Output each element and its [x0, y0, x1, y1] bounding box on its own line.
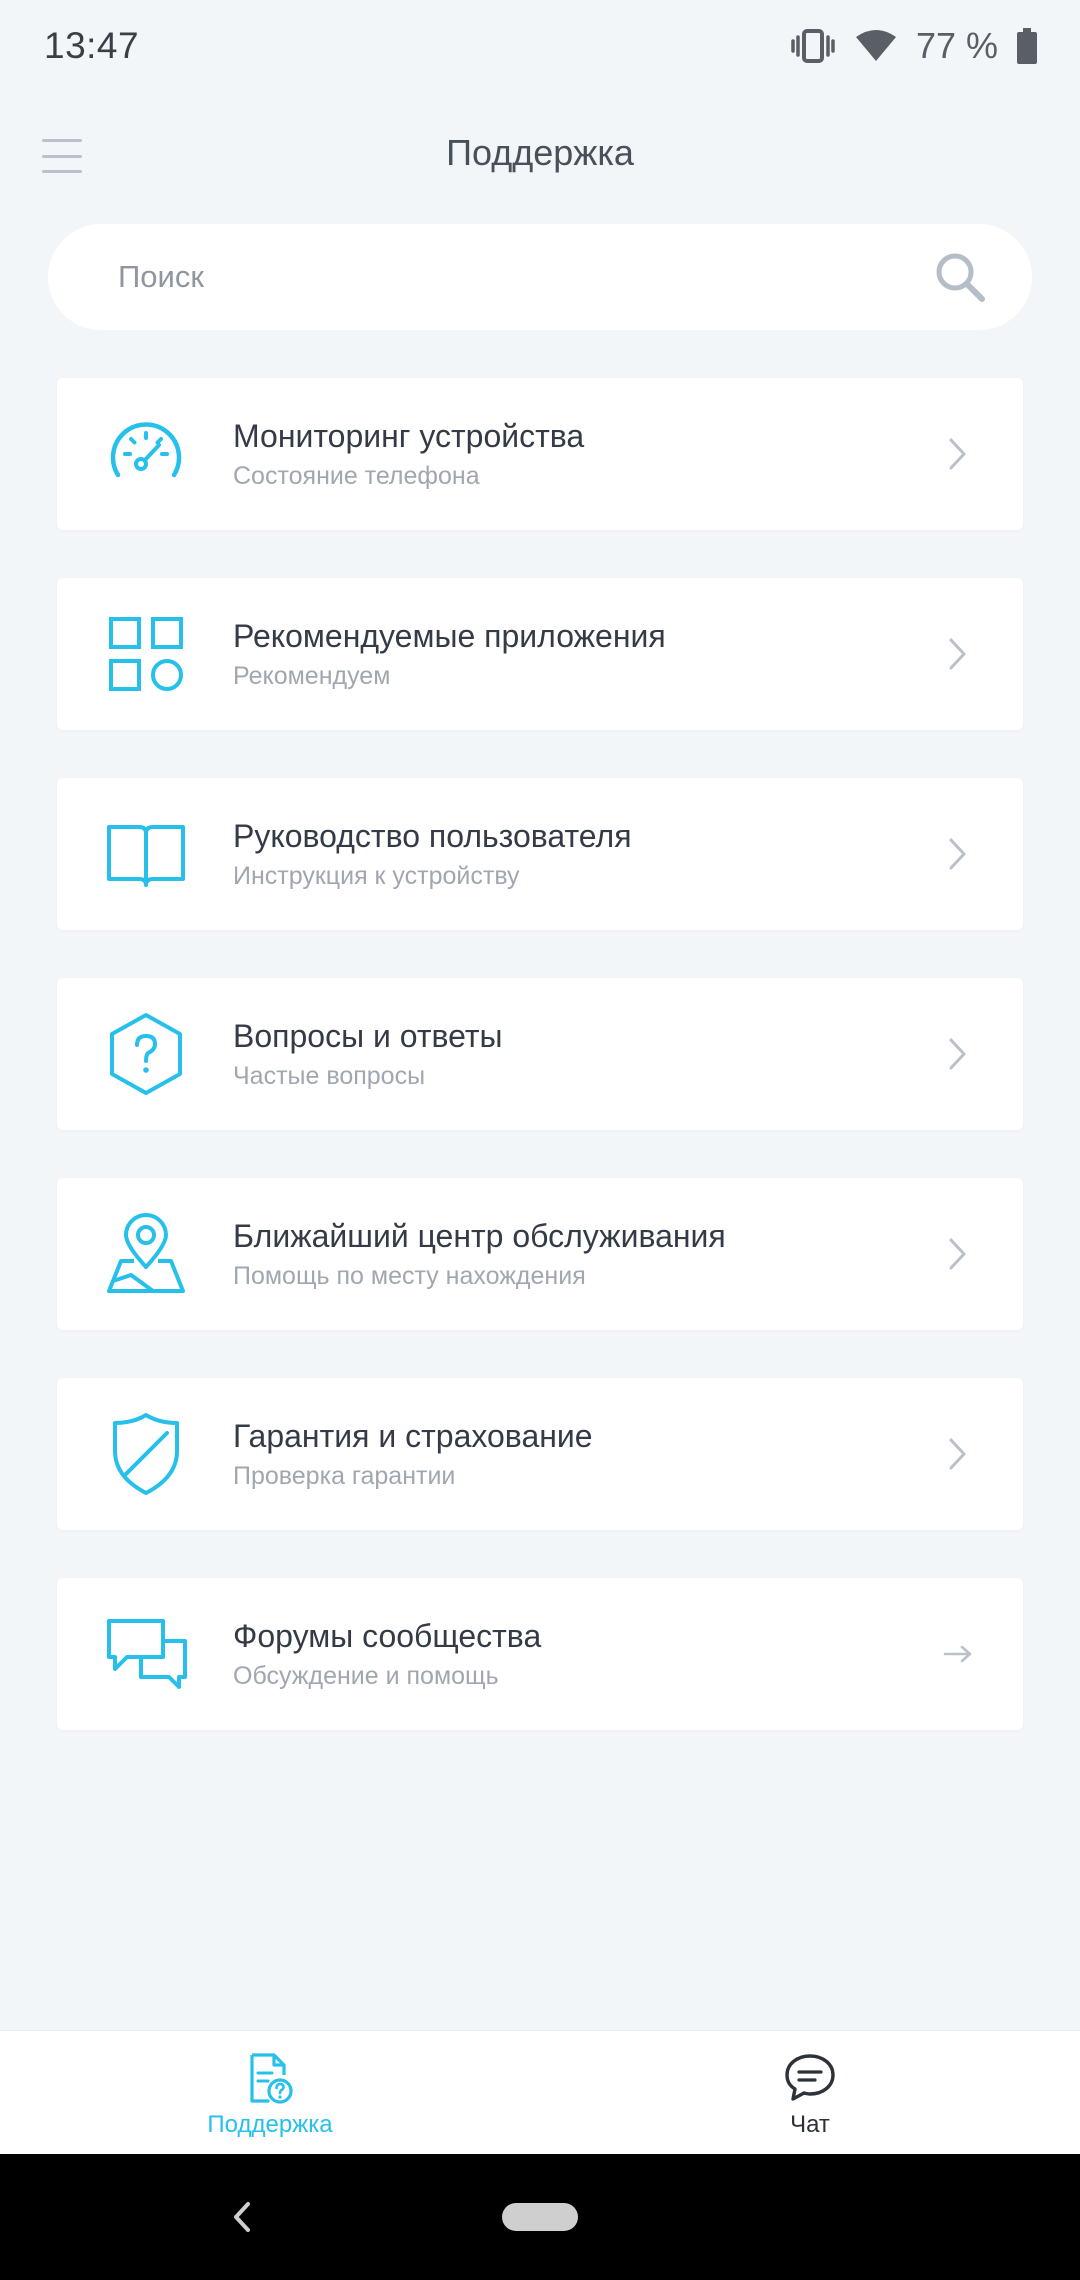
chevron-right-icon [943, 1034, 973, 1074]
chat-bubbles-icon [101, 1609, 191, 1699]
chevron-right-icon [943, 434, 973, 474]
chevron-right-icon [943, 1234, 973, 1274]
search-bar[interactable] [48, 224, 1032, 330]
menu-item-title: Вопросы и ответы [233, 1018, 503, 1054]
menu-item-faq[interactable]: Вопросы и ответы Частые вопросы [57, 978, 1023, 1130]
back-icon[interactable] [222, 2194, 262, 2240]
speedometer-icon [101, 409, 191, 499]
status-icons: 77 % [790, 25, 1038, 67]
menu-item-title: Ближайший центр обслуживания [233, 1218, 726, 1254]
wifi-icon [855, 30, 896, 61]
nav-label-support: Поддержка [207, 2110, 333, 2138]
chevron-right-icon [943, 1434, 973, 1474]
menu-item-title: Гарантия и страхование [233, 1418, 593, 1454]
menu-item-subtitle: Обсуждение и помощь [233, 1662, 499, 1690]
page-title: Поддержка [446, 132, 634, 173]
home-pill-button[interactable] [502, 2203, 578, 2231]
arrow-right-icon [943, 1634, 973, 1674]
menu-item-subtitle: Состояние телефона [233, 462, 480, 490]
menu-item-recommended-apps[interactable]: Рекомендуемые приложения Рекомендуем [57, 578, 1023, 730]
status-time: 13:47 [44, 25, 140, 66]
chat-icon [785, 2053, 835, 2101]
map-pin-icon [101, 1209, 191, 1299]
app-header: Поддержка [0, 110, 1080, 204]
nav-label-chat: Чат [790, 2110, 830, 2138]
nav-tab-chat[interactable]: Чат [540, 2031, 1080, 2154]
chevron-right-icon [943, 634, 973, 674]
menu-item-title: Рекомендуемые приложения [233, 618, 666, 654]
status-bar: 13:47 77 % [0, 0, 1080, 92]
menu-item-community-forums[interactable]: Форумы сообщества Обсуждение и помощь [57, 1578, 1023, 1730]
book-icon [101, 809, 191, 899]
menu-item-service-center[interactable]: Ближайший центр обслуживания Помощь по м… [57, 1178, 1023, 1330]
apps-grid-icon [101, 609, 191, 699]
search-input[interactable] [118, 259, 932, 295]
vibrate-icon [791, 29, 835, 63]
menu-item-title: Руководство пользователя [233, 818, 632, 854]
support-menu-list: Мониторинг устройства Состояние телефона… [57, 378, 1023, 1778]
shield-icon [101, 1409, 191, 1499]
battery-percent: 77 % [915, 25, 998, 66]
question-hexagon-icon [101, 1009, 191, 1099]
support-document-icon [250, 2052, 293, 2104]
menu-item-device-monitoring[interactable]: Мониторинг устройства Состояние телефона [57, 378, 1023, 530]
chevron-right-icon [943, 834, 973, 874]
menu-item-subtitle: Частые вопросы [233, 1062, 426, 1090]
nav-tab-support[interactable]: Поддержка [0, 2031, 540, 2154]
bottom-navigation: Поддержка Чат [0, 2030, 1080, 2154]
menu-item-title: Мониторинг устройства [233, 418, 585, 454]
menu-item-subtitle: Проверка гарантии [233, 1462, 456, 1490]
menu-item-subtitle: Инструкция к устройству [233, 862, 520, 890]
system-navigation-bar [0, 2154, 1080, 2280]
menu-item-subtitle: Рекомендуем [233, 662, 391, 690]
menu-item-subtitle: Помощь по месту нахождения [233, 1262, 586, 1290]
menu-item-title: Форумы сообщества [233, 1618, 542, 1654]
menu-item-warranty[interactable]: Гарантия и страхование Проверка гарантии [57, 1378, 1023, 1530]
search-icon[interactable] [932, 249, 988, 305]
battery-icon [1017, 28, 1037, 64]
menu-item-user-guide[interactable]: Руководство пользователя Инструкция к ус… [57, 778, 1023, 930]
